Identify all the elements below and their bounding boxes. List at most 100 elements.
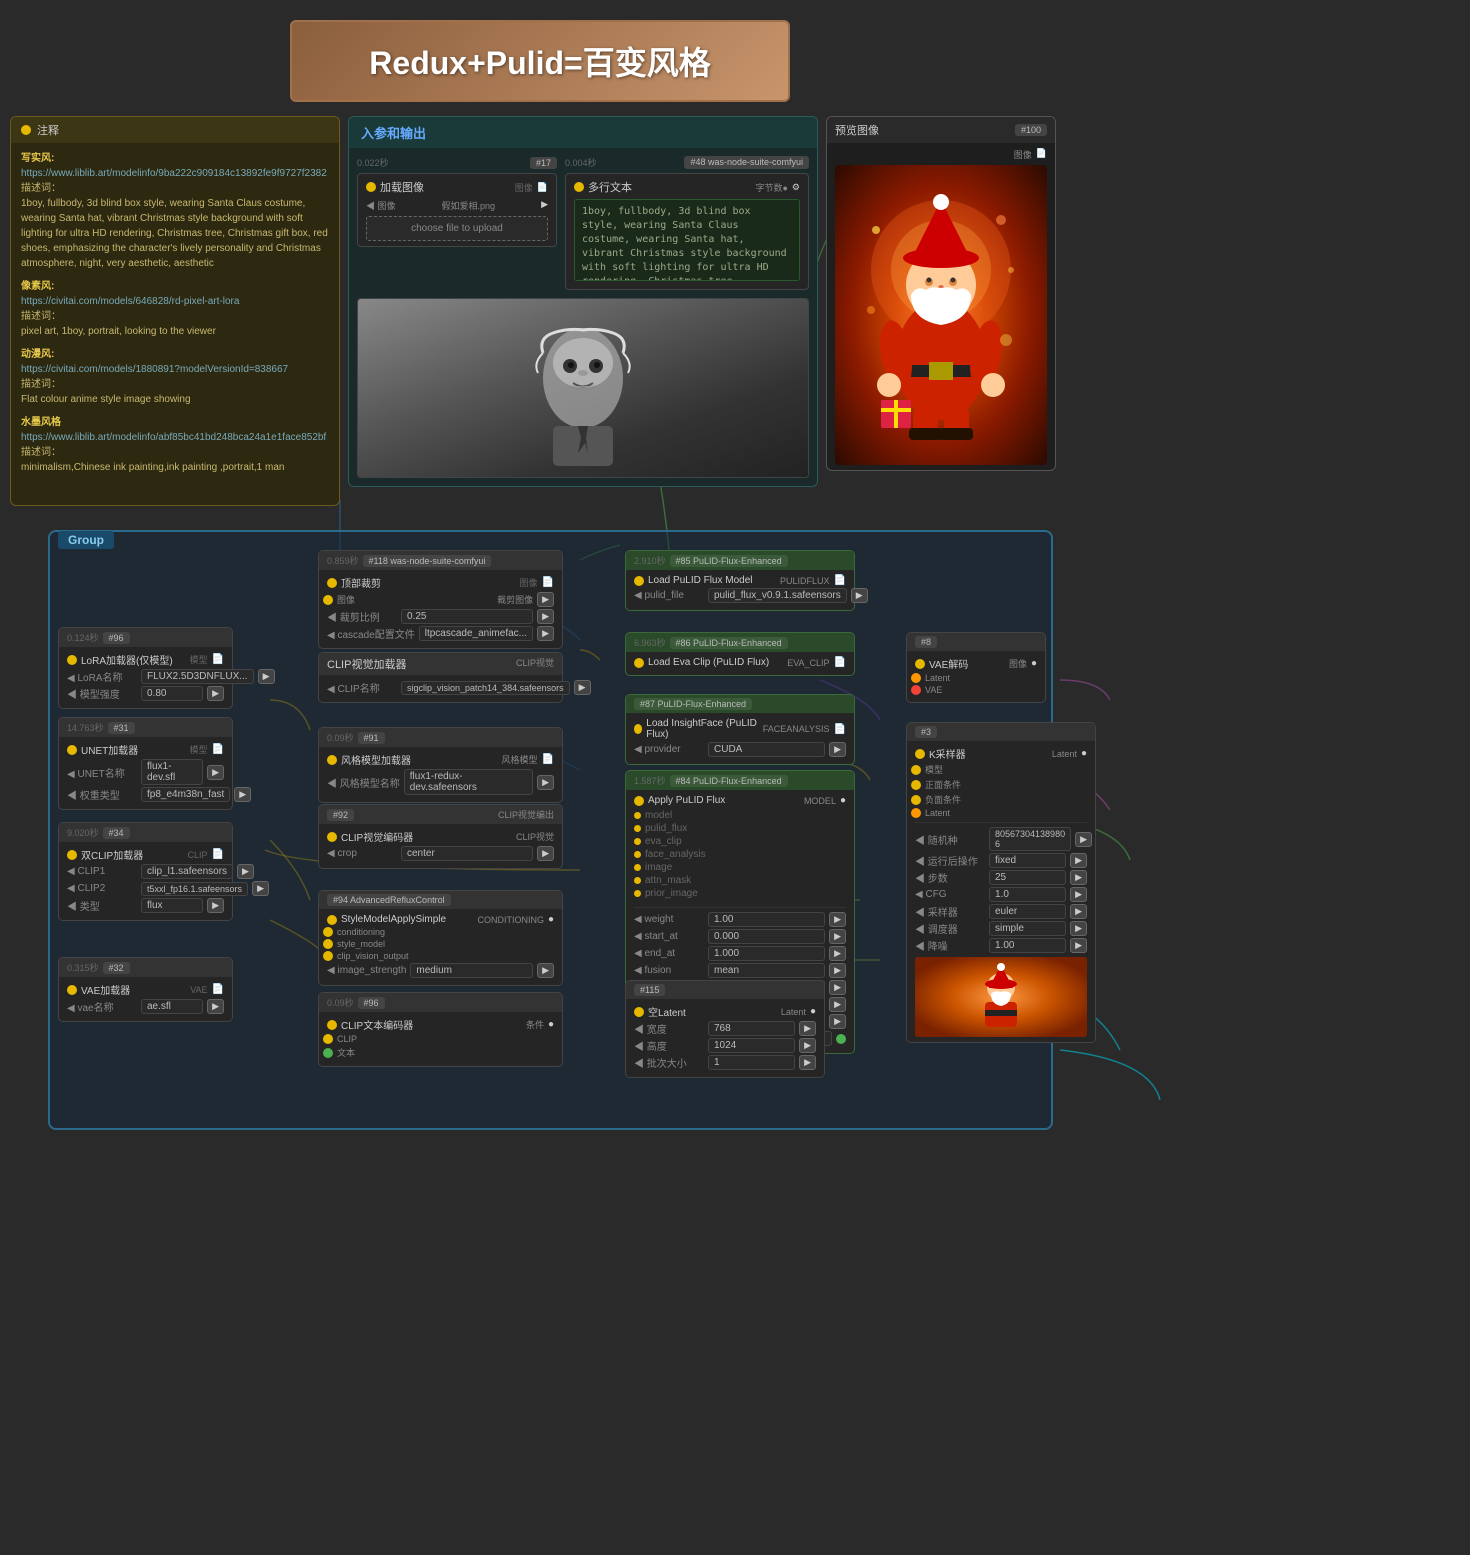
fixed-arrow[interactable]: ▶: [1070, 853, 1087, 868]
apply-img-row: image: [634, 862, 846, 873]
crop-val-row: ◀ crop center ▶: [327, 846, 554, 861]
output-header: 预览图像 #100: [827, 117, 1055, 143]
start-at-arrow[interactable]: ▶: [829, 929, 846, 944]
eva-timing: 6.963秒: [634, 636, 666, 649]
multiline-text-section: 0.004秒 #48 was-node-suite-comfyui 多行文本 字…: [565, 156, 809, 290]
clip-text-clip-dot: [323, 1034, 333, 1044]
fusion-arrow[interactable]: ▶: [829, 963, 846, 978]
sampler-arrow[interactable]: ▶: [1070, 904, 1087, 919]
lora-name-arrow[interactable]: ▶: [258, 669, 275, 684]
empty-latent-title: 空Latent: [648, 1004, 686, 1019]
crop-title-row: 顶部裁剪 图像 📄: [327, 575, 554, 590]
k-sep: [915, 822, 1087, 823]
vae-name-value: ae.sfl: [141, 999, 203, 1014]
notes-dot: [21, 125, 31, 135]
pulid-arrow[interactable]: ▶: [851, 588, 868, 603]
batch-row: ◀ 批次大小 1 ▶: [634, 1055, 816, 1070]
output-image-label: 图像: [1014, 148, 1032, 161]
unet-dtype-label: ◀ 权重类型: [67, 787, 137, 802]
io-body: 0.022秒 #17 加载图像 图像 📄 ◀ 图像 假如爱相.png ▶ cho…: [349, 148, 817, 298]
pulid-timing: 2.910秒: [634, 554, 666, 567]
clip-vision-encoder-node: #92 CLIP视觉编出 CLIP视觉编码器 CLIP视觉 ◀ crop cen…: [318, 804, 563, 869]
clip-vision-arrow[interactable]: ▶: [574, 680, 591, 695]
seed-arrow[interactable]: ▶: [1075, 832, 1092, 847]
fw-max-arrow[interactable]: ▶: [829, 980, 846, 995]
a-prior-dot: [634, 890, 641, 897]
cfg-label: ◀ CFG: [915, 889, 985, 900]
note-content-3: Flat colour anime style image showing: [21, 394, 191, 405]
k-neg-row: 负面条件: [915, 793, 1087, 806]
clip-text-header: 0.09秒 #96: [319, 993, 562, 1012]
clip2-arrow[interactable]: ▶: [252, 881, 269, 896]
dual-clip-title: 双CLIP加载器: [81, 847, 143, 862]
unet-arrow[interactable]: ▶: [207, 765, 224, 780]
crop-ratio-arrow[interactable]: ▶: [537, 609, 554, 624]
cfg-arrow[interactable]: ▶: [1070, 887, 1087, 902]
denoise-arrow[interactable]: ▶: [1070, 938, 1087, 953]
add-image-sublabel: 图像: [515, 181, 533, 194]
height-value: 1024: [708, 1038, 795, 1053]
crop-title: 顶部裁剪: [341, 575, 381, 590]
multiline-textarea[interactable]: 1boy, fullbody, 3d blind box style, wear…: [574, 199, 800, 281]
batch-value: 1: [708, 1055, 795, 1070]
scheduler-arrow[interactable]: ▶: [1070, 921, 1087, 936]
width-row: ◀ 宽度 768 ▶: [634, 1021, 816, 1036]
add-image-id: #17: [530, 157, 557, 169]
fw-min-arrow[interactable]: ▶: [829, 997, 846, 1012]
dual-clip-node: 9.020秒 #34 双CLIP加载器 CLIP 📄 ◀ CLIP1 clip_…: [58, 822, 233, 921]
vae-decode-header: #8: [907, 633, 1045, 651]
dual-clip-id: #34: [103, 827, 130, 839]
vae-decode-vae-dot: [911, 685, 921, 695]
clip-vision-name-row: ◀ CLIP名称 sigclip_vision_patch14_384.safe…: [327, 680, 554, 695]
clip-text-clip-row: CLIP: [327, 1034, 554, 1044]
a-face-label: face_analysis: [645, 849, 706, 860]
lora-strength-arrow[interactable]: ▶: [207, 686, 224, 701]
clip-type-arrow[interactable]: ▶: [207, 898, 224, 913]
insight-id: #87 PuLID-Flux-Enhanced: [634, 698, 752, 710]
lora-strength-value: 0.80: [141, 686, 203, 701]
weight-arrow[interactable]: ▶: [829, 912, 846, 927]
clip1-arrow[interactable]: ▶: [237, 864, 254, 879]
vae-name-arrow[interactable]: ▶: [207, 999, 224, 1014]
file-upload-text: choose file to upload: [411, 223, 503, 234]
width-arrow[interactable]: ▶: [799, 1021, 816, 1036]
empty-latent-body: 空Latent Latent ● ◀ 宽度 768 ▶ ◀ 高度 1024 ▶ …: [626, 999, 824, 1077]
insight-prov-arrow[interactable]: ▶: [829, 742, 846, 757]
cascade-arrow[interactable]: ▶: [537, 626, 554, 641]
insight-icon: 📄: [834, 724, 846, 735]
unet-body: UNET加载器 模型 📄 ◀ UNET名称 flux1-dev.sfl ▶ ◀ …: [59, 737, 232, 809]
a-face-dot: [634, 851, 641, 858]
file-upload-area[interactable]: choose file to upload: [366, 216, 548, 241]
vae-loader-header: 0.315秒 #32: [59, 958, 232, 977]
denoise-row: ◀ 降噪 1.00 ▶: [915, 938, 1087, 953]
style-strength-arrow[interactable]: ▶: [537, 963, 554, 978]
lora-dot: [67, 655, 77, 665]
note-desc-1: 描述词：: [21, 183, 61, 194]
style-strength-row: ◀ image_strength medium ▶: [327, 963, 554, 978]
empty-latent-id: #115: [634, 984, 665, 996]
style-model-name-arrow[interactable]: ▶: [537, 775, 554, 790]
clip-vision-encoder-id: #92: [327, 809, 354, 821]
insight-face-node: #87 PuLID-Flux-Enhanced Load InsightFace…: [625, 694, 855, 765]
style-apply-title-row: StyleModelApplySimple CONDITIONING ●: [327, 914, 554, 925]
vae-decode-vae-label: VAE: [925, 685, 942, 695]
apply-pulid-title-row: Apply PuLID Flux MODEL ●: [634, 795, 846, 806]
weight-value: 1.00: [708, 912, 825, 927]
unet-dtype-arrow[interactable]: ▶: [234, 787, 251, 802]
add-image-settings-label: 假如爱相.png: [442, 199, 496, 212]
steps-arrow[interactable]: ▶: [1070, 870, 1087, 885]
add-image-settings-arrow[interactable]: ▶: [541, 199, 548, 212]
clip-text-text-dot: [323, 1048, 333, 1058]
scheduler-row: ◀ 调度器 simple ▶: [915, 921, 1087, 936]
train-step-arrow[interactable]: ▶: [829, 1014, 846, 1029]
crop-val-arrow[interactable]: ▶: [537, 846, 554, 861]
vae-loader-body: VAE加载器 VAE 📄 ◀ vae名称 ae.sfl ▶: [59, 977, 232, 1021]
style-model-loader-node: 0.09秒 #91 风格模型加载器 风格模型 📄 ◀ 风格模型名称 flux1-…: [318, 727, 563, 803]
height-arrow[interactable]: ▶: [799, 1038, 816, 1053]
end-at-arrow[interactable]: ▶: [829, 946, 846, 961]
batch-arrow[interactable]: ▶: [799, 1055, 816, 1070]
k-sampler-id: #3: [915, 726, 937, 738]
vae-decode-node: #8 VAE解码 图像 ● Latent VAE: [906, 632, 1046, 703]
lora-name-row: ◀ LoRA名称 FLUX2.5D3DNFLUX... ▶: [67, 669, 224, 684]
crop-crop-arrow[interactable]: ▶: [537, 592, 554, 607]
